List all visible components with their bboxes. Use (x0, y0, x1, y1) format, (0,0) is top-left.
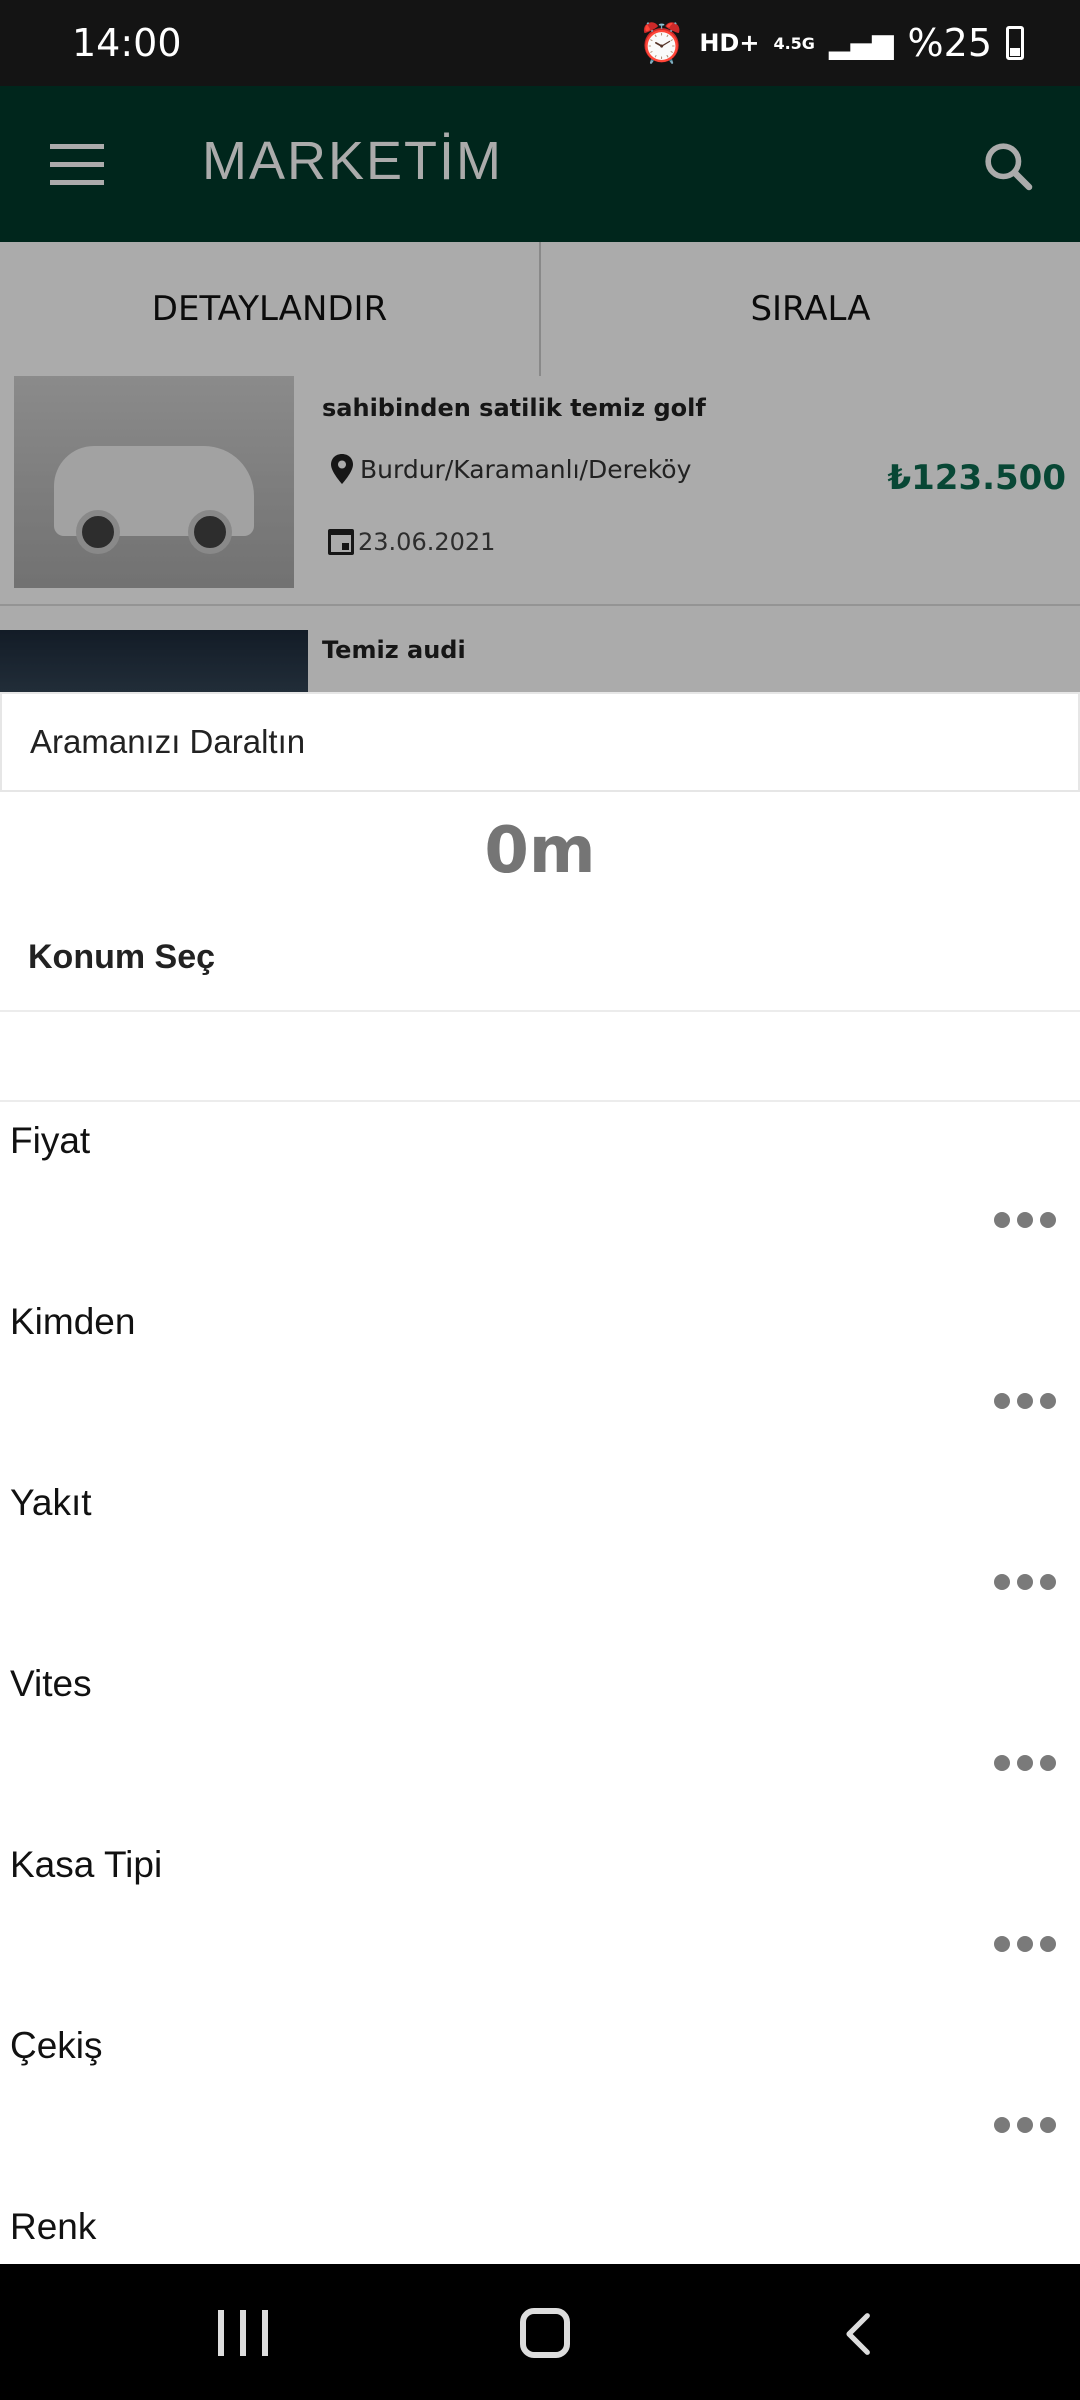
filter-row-fuel[interactable]: Yakıt (0, 1472, 1080, 1653)
system-nav-bar (0, 2264, 1080, 2400)
divider (0, 1010, 1080, 1012)
more-icon[interactable] (994, 1936, 1056, 1952)
more-icon[interactable] (994, 2117, 1056, 2133)
battery-icon (1006, 26, 1024, 60)
filter-row-price[interactable]: Fiyat (0, 1110, 1080, 1291)
filter-label: Kasa Tipi (10, 1844, 163, 1885)
alarm-icon: ⏰ (637, 20, 686, 65)
filter-label: Fiyat (10, 1120, 91, 1161)
filter-label: Kimden (10, 1301, 136, 1342)
filter-label: Çekiş (10, 2025, 103, 2066)
filter-label: Renk (10, 2206, 97, 2247)
distance-value: 0m (484, 814, 596, 888)
filter-sheet: Aramanızı Daraltın 0m Konum Seç Fiyat Ki… (0, 692, 1080, 2264)
home-icon[interactable] (520, 2308, 570, 2358)
divider (0, 1100, 1080, 1102)
status-icons: ⏰ HD+ 4.5G ▂▄▆ %25 (638, 21, 1024, 66)
filter-label: Yakıt (10, 1482, 92, 1523)
network-label: HD+ (699, 29, 760, 57)
status-bar: 14:00 ⏰ HD+ 4.5G ▂▄▆ %25 (0, 0, 1080, 86)
more-icon[interactable] (994, 1574, 1056, 1590)
filter-row-drive[interactable]: Çekiş (0, 2015, 1080, 2196)
filter-row-color[interactable]: Renk (0, 2196, 1080, 2264)
filter-label: Vites (10, 1663, 92, 1704)
signal-icon: ▂▄▆ (828, 26, 894, 60)
sheet-title: Aramanızı Daraltın (0, 692, 1080, 792)
filter-row-body-type[interactable]: Kasa Tipi (0, 1834, 1080, 2015)
network-gen: 4.5G (773, 33, 815, 53)
more-icon[interactable] (994, 1755, 1056, 1771)
back-icon[interactable] (838, 2312, 882, 2356)
filter-row-gear[interactable]: Vites (0, 1653, 1080, 1834)
battery-percent: %25 (907, 21, 992, 65)
filter-row-seller[interactable]: Kimden (0, 1291, 1080, 1472)
more-icon[interactable] (994, 1212, 1056, 1228)
dim-overlay[interactable] (0, 86, 1080, 692)
recent-apps-icon[interactable] (218, 2310, 268, 2356)
location-select-label[interactable]: Konum Seç (28, 938, 215, 977)
more-icon[interactable] (994, 1393, 1056, 1409)
status-time: 14:00 (72, 21, 182, 65)
